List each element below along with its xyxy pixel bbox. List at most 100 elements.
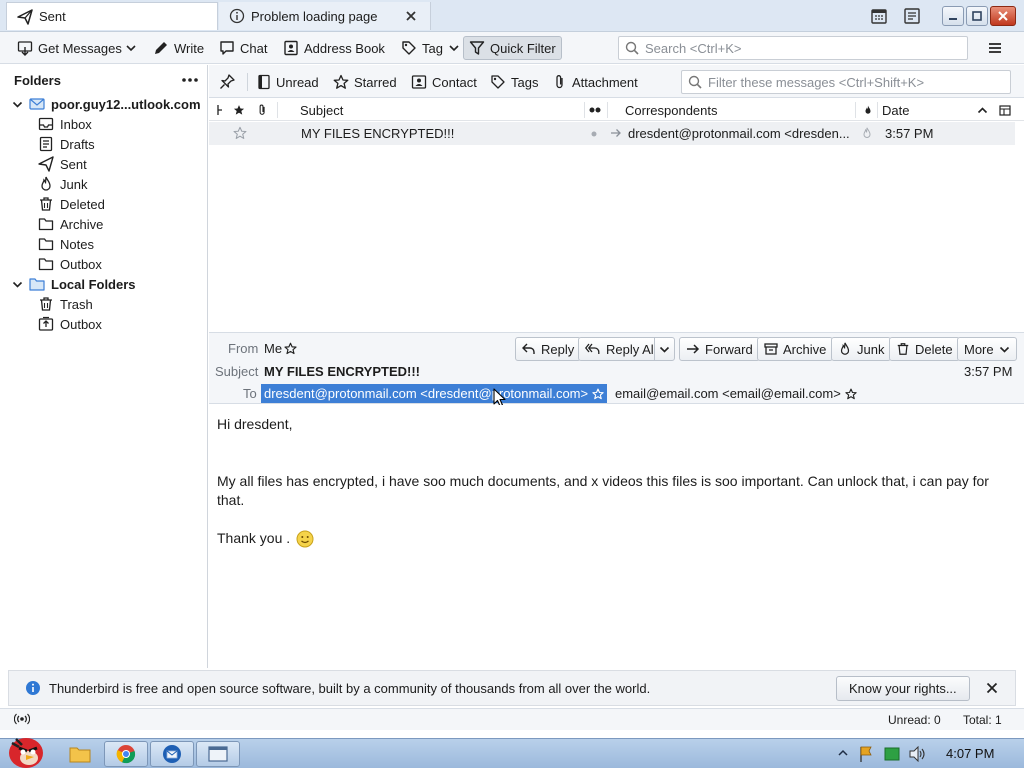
folder-outbox[interactable]: Outbox bbox=[38, 254, 102, 274]
trash-icon bbox=[38, 196, 54, 212]
sort-ascending-icon[interactable] bbox=[977, 99, 988, 121]
write-button[interactable]: Write bbox=[148, 36, 209, 60]
chrome-icon bbox=[116, 744, 136, 764]
taskbar-chrome[interactable] bbox=[104, 741, 148, 767]
taskbar-clock[interactable]: 4:07 PM bbox=[946, 746, 994, 761]
read-status-column-icon[interactable] bbox=[589, 99, 601, 121]
column-picker-icon[interactable] bbox=[999, 99, 1011, 121]
local-folders-row[interactable]: Local Folders bbox=[12, 274, 136, 294]
body-paragraph: My all files has encrypted, i have soo m… bbox=[217, 473, 989, 508]
contact-icon bbox=[411, 74, 427, 90]
volume-icon[interactable] bbox=[908, 746, 926, 762]
taskbar-thunderbird[interactable] bbox=[150, 741, 194, 767]
minimize-button[interactable] bbox=[942, 6, 964, 26]
star-column-icon[interactable] bbox=[233, 99, 245, 121]
column-date[interactable]: Date bbox=[882, 99, 909, 121]
to-recipient-other[interactable]: email@email.com <email@email.com> bbox=[615, 386, 857, 401]
app-menu-button[interactable] bbox=[982, 36, 1008, 60]
reply-all-button[interactable]: Reply All bbox=[578, 337, 664, 361]
filter-contact-button[interactable]: Contact bbox=[411, 71, 477, 93]
filter-tags-button[interactable]: Tags bbox=[490, 71, 538, 93]
info-icon bbox=[229, 8, 245, 24]
junk-column-icon[interactable] bbox=[863, 99, 873, 121]
tray-network-icon[interactable] bbox=[884, 747, 900, 761]
reply-button[interactable]: Reply bbox=[515, 337, 582, 361]
archive-button[interactable]: Archive bbox=[757, 337, 834, 361]
star-icon[interactable] bbox=[284, 342, 297, 355]
folder-deleted[interactable]: Deleted bbox=[38, 194, 105, 214]
tab-sent[interactable]: Sent bbox=[6, 2, 218, 30]
folder-trash[interactable]: Trash bbox=[38, 294, 93, 314]
filter-attachment-button[interactable]: Attachment bbox=[553, 71, 638, 93]
chat-button[interactable]: Chat bbox=[214, 36, 272, 60]
from-value[interactable]: Me bbox=[264, 341, 297, 356]
junk-status-icon[interactable] bbox=[861, 126, 873, 140]
star-toggle-icon[interactable] bbox=[233, 126, 247, 140]
angry-bird-start-icon[interactable] bbox=[2, 731, 48, 768]
folder-icon bbox=[38, 256, 54, 272]
star-icon[interactable] bbox=[845, 388, 857, 400]
taskbar-window[interactable] bbox=[196, 741, 240, 767]
maximize-button[interactable] bbox=[966, 6, 988, 26]
column-correspondents[interactable]: Correspondents bbox=[625, 99, 718, 121]
more-button[interactable]: More bbox=[957, 337, 1017, 361]
address-book-button[interactable]: Address Book bbox=[278, 36, 390, 60]
show-hidden-icons-icon[interactable] bbox=[838, 749, 848, 757]
close-tab-icon[interactable] bbox=[405, 10, 417, 22]
reply-all-dropdown[interactable] bbox=[654, 337, 675, 361]
folder-notes[interactable]: Notes bbox=[38, 234, 94, 254]
online-status-icon[interactable] bbox=[14, 713, 30, 725]
folder-local-outbox[interactable]: Outbox bbox=[38, 314, 102, 334]
message-subject: MY FILES ENCRYPTED!!! bbox=[301, 126, 455, 141]
tray-flag-icon[interactable] bbox=[858, 745, 874, 763]
star-icon bbox=[333, 74, 349, 90]
filter-messages-input[interactable]: Filter these messages <Ctrl+Shift+K> bbox=[681, 70, 1011, 94]
quick-filter-label: Quick Filter bbox=[490, 40, 556, 56]
calendar-icon[interactable] bbox=[870, 7, 888, 25]
search-input[interactable]: Search <Ctrl+K> bbox=[618, 36, 968, 60]
filter-unread-button[interactable]: Unread bbox=[257, 71, 319, 93]
thread-list-empty-area bbox=[209, 145, 1024, 331]
more-options-icon[interactable] bbox=[181, 77, 199, 83]
sticky-pin-icon[interactable] bbox=[219, 71, 235, 93]
folder-drafts[interactable]: Drafts bbox=[38, 134, 95, 154]
junk-button[interactable]: Junk bbox=[831, 337, 892, 361]
subject-value: MY FILES ENCRYPTED!!! bbox=[264, 364, 421, 379]
get-messages-dropdown[interactable] bbox=[122, 36, 140, 60]
forward-button[interactable]: Forward bbox=[679, 337, 760, 361]
folder-junk[interactable]: Junk bbox=[38, 174, 87, 194]
filter-starred-button[interactable]: Starred bbox=[333, 71, 397, 93]
to-recipient-selected[interactable]: dresdent@protonmail.com <dresdent@proton… bbox=[261, 384, 608, 403]
taskbar-file-explorer[interactable] bbox=[58, 741, 102, 767]
close-window-button[interactable] bbox=[990, 6, 1016, 26]
attachment-column-icon[interactable] bbox=[257, 99, 268, 121]
folder-archive[interactable]: Archive bbox=[38, 214, 103, 234]
chat-icon bbox=[219, 40, 235, 56]
thread-column-icon[interactable] bbox=[216, 99, 224, 121]
close-notification-icon[interactable] bbox=[986, 682, 998, 694]
star-icon[interactable] bbox=[592, 388, 604, 400]
quick-filter-button[interactable]: Quick Filter bbox=[463, 36, 562, 60]
get-messages-button[interactable]: Get Messages bbox=[12, 36, 127, 60]
thunderbird-icon bbox=[162, 744, 182, 764]
search-placeholder: Search <Ctrl+K> bbox=[645, 40, 742, 56]
folder-label: Outbox bbox=[60, 316, 102, 332]
tab-label: Sent bbox=[39, 9, 66, 24]
folder-label: Drafts bbox=[60, 136, 95, 152]
tab-problem-loading-page[interactable]: Problem loading page bbox=[219, 2, 431, 30]
folder-sent[interactable]: Sent bbox=[38, 154, 87, 174]
message-row[interactable]: MY FILES ENCRYPTED!!! dresdent@protonmai… bbox=[209, 122, 1015, 145]
search-icon bbox=[688, 75, 702, 89]
tasks-icon[interactable] bbox=[903, 7, 921, 25]
tag-button[interactable]: Tag bbox=[396, 36, 465, 60]
read-dot-icon[interactable] bbox=[591, 131, 597, 137]
account-row[interactable]: poor.guy12...utlook.com bbox=[12, 94, 201, 114]
delete-button[interactable]: Delete bbox=[889, 337, 960, 361]
column-subject[interactable]: Subject bbox=[300, 99, 343, 121]
chevron-down-icon[interactable] bbox=[12, 279, 23, 290]
folder-inbox[interactable]: Inbox bbox=[38, 114, 92, 134]
reply-all-icon bbox=[585, 342, 601, 356]
know-your-rights-button[interactable]: Know your rights... bbox=[836, 676, 970, 701]
chevron-down-icon[interactable] bbox=[12, 99, 23, 110]
message-correspondent: dresdent@protonmail.com <dresden... bbox=[628, 126, 850, 141]
